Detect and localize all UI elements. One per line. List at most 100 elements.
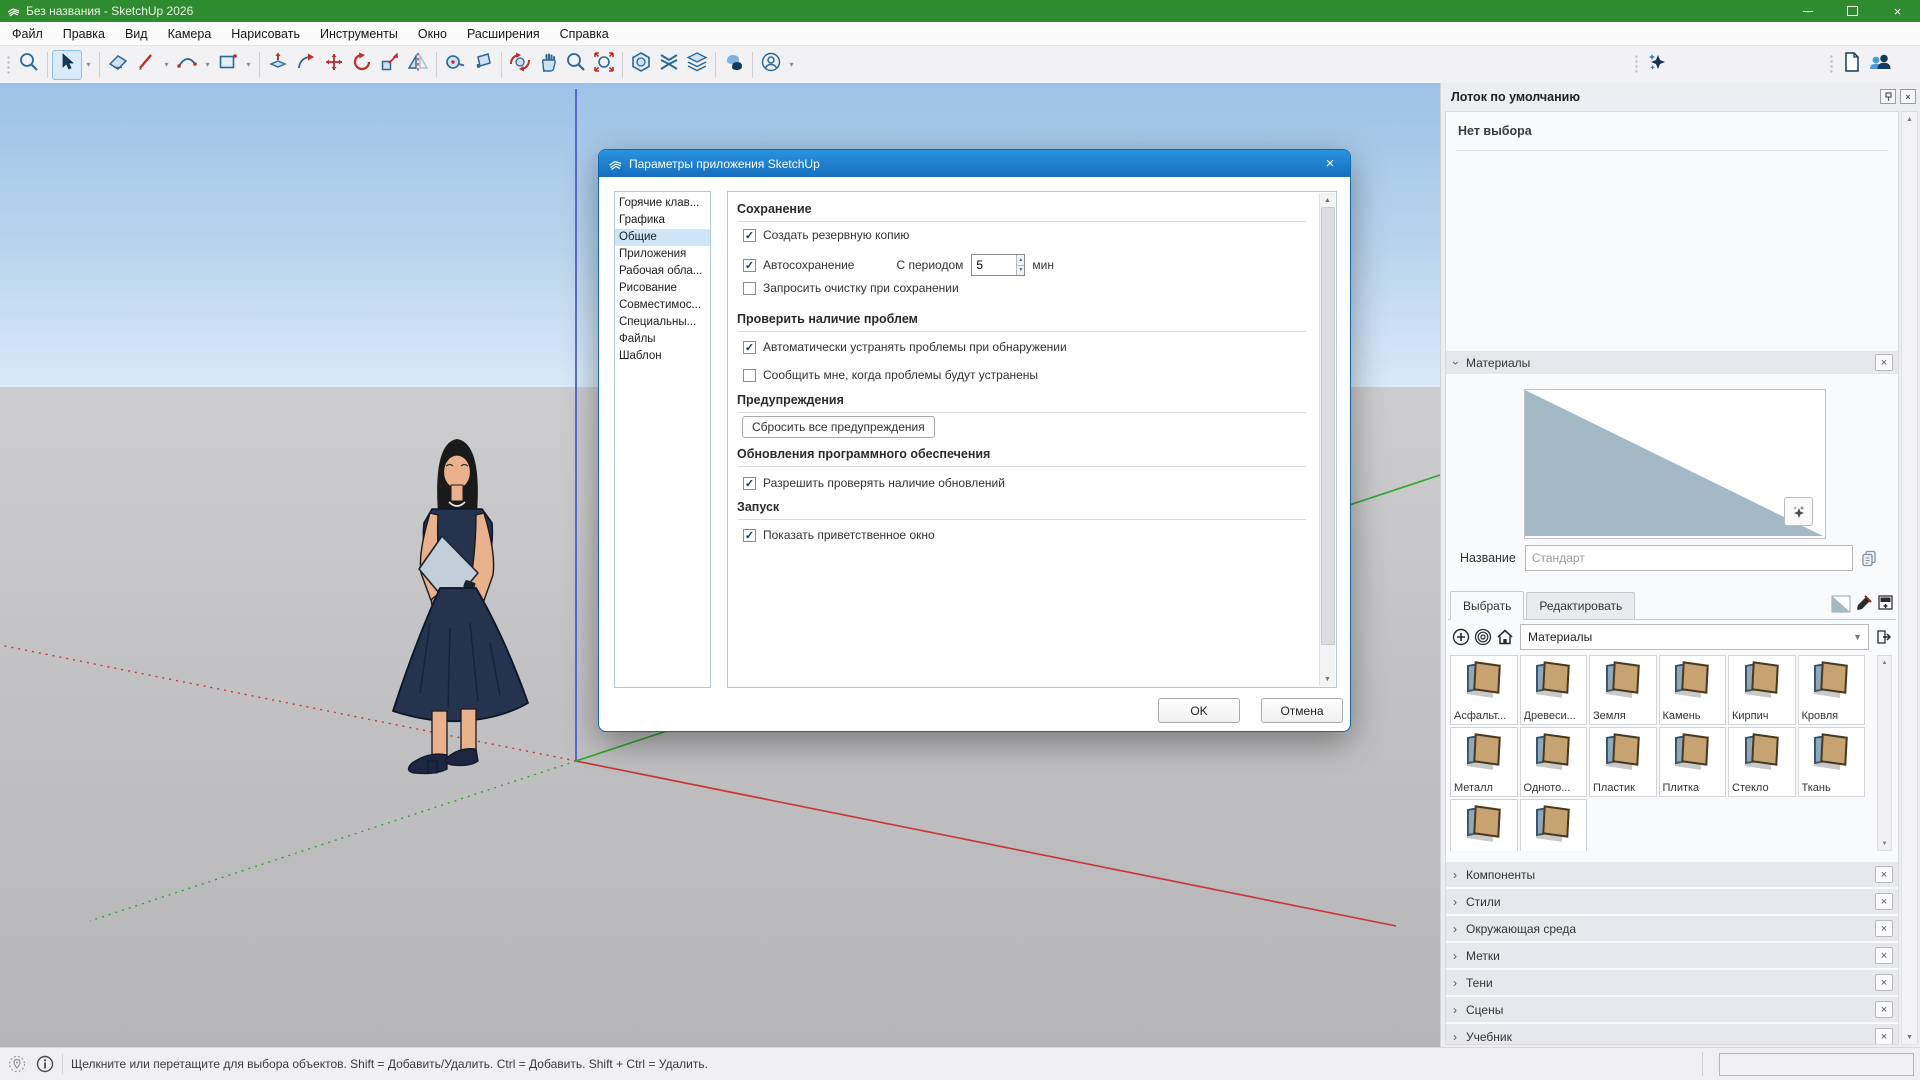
arc-tool-button[interactable]: [173, 51, 201, 79]
material-folder[interactable]: Кровля: [1798, 655, 1866, 725]
follow-me-button[interactable]: [292, 51, 320, 79]
menu-camera[interactable]: Камера: [158, 22, 222, 45]
flip-button[interactable]: [404, 51, 432, 79]
share-button[interactable]: [1866, 50, 1894, 78]
auto-fix-row[interactable]: ✓ Автоматически устранять проблемы при о…: [743, 340, 1067, 354]
material-folder[interactable]: Ткань: [1798, 727, 1866, 797]
line-tool-dropdown[interactable]: ▾: [160, 51, 173, 79]
default-material-icon[interactable]: [1472, 626, 1494, 648]
select-tool-button[interactable]: [52, 50, 82, 80]
section-close-button[interactable]: ×: [1875, 893, 1893, 910]
section-close-button[interactable]: ×: [1875, 1001, 1893, 1018]
menu-draw[interactable]: Нарисовать: [221, 22, 310, 45]
nav-template[interactable]: Шаблон: [615, 348, 710, 365]
pan-button[interactable]: [534, 51, 562, 79]
materials-section-header[interactable]: › Материалы ×: [1446, 351, 1898, 374]
material-folder[interactable]: Кирпич: [1728, 655, 1796, 725]
checkbox-checked-icon[interactable]: ✓: [743, 529, 756, 542]
paint-bucket-button[interactable]: [469, 51, 497, 79]
tray-scrollbar[interactable]: ▲ ▼: [1901, 111, 1918, 1045]
menu-extensions[interactable]: Расширения: [457, 22, 550, 45]
tape-measure-button[interactable]: [441, 51, 469, 79]
scroll-up-icon[interactable]: ▲: [1320, 193, 1335, 207]
create-material-icon[interactable]: [1450, 626, 1472, 648]
move-button[interactable]: [320, 51, 348, 79]
sample-paint-icon[interactable]: [1874, 593, 1896, 615]
check-updates-row[interactable]: ✓ Разрешить проверять наличие обновлений: [743, 476, 1005, 490]
close-button[interactable]: ×: [1875, 0, 1920, 22]
material-folder[interactable]: [1520, 799, 1588, 851]
checkbox-unchecked-icon[interactable]: ✓: [743, 282, 756, 295]
menu-help[interactable]: Справка: [550, 22, 619, 45]
section-close-button[interactable]: ×: [1875, 920, 1893, 937]
measurements-input[interactable]: [1719, 1053, 1914, 1076]
checkbox-unchecked-icon[interactable]: ✓: [743, 369, 756, 382]
nav-accessibility[interactable]: Специальны...: [615, 314, 710, 331]
layers-button[interactable]: [683, 51, 711, 79]
search-button[interactable]: [15, 51, 43, 79]
prompt-purge-row[interactable]: ✓ Запросить очистку при сохранении: [743, 281, 959, 295]
section-components[interactable]: ›Компоненты×: [1446, 862, 1898, 887]
soften-edges-button[interactable]: [720, 51, 748, 79]
rectangle-tool-button[interactable]: [214, 51, 242, 79]
orbit-button[interactable]: [506, 51, 534, 79]
section-instructor[interactable]: ›Учебник×: [1446, 1024, 1898, 1045]
scale-button[interactable]: [376, 51, 404, 79]
fog-button[interactable]: [655, 51, 683, 79]
nav-applications[interactable]: Приложения: [615, 246, 710, 263]
create-backup-row[interactable]: ✓ Создать резервную копию: [743, 228, 909, 242]
tab-select[interactable]: Выбрать: [1450, 591, 1524, 620]
material-folder[interactable]: Стекло: [1728, 727, 1796, 797]
tray-close-button[interactable]: ×: [1900, 89, 1916, 104]
dialog-title-bar[interactable]: Параметры приложения SketchUp ×: [599, 150, 1350, 177]
toolbar-grip[interactable]: [1828, 53, 1834, 75]
autosave-period-stepper[interactable]: ▲▼: [971, 254, 1025, 276]
in-model-icon[interactable]: [1494, 626, 1516, 648]
arc-tool-dropdown[interactable]: ▾: [201, 51, 214, 79]
checkbox-checked-icon[interactable]: ✓: [743, 229, 756, 242]
material-ai-button[interactable]: [1784, 497, 1813, 526]
material-name-input[interactable]: [1525, 545, 1853, 571]
menu-file[interactable]: Файл: [2, 22, 53, 45]
scroll-down-icon[interactable]: ▼: [1902, 1030, 1917, 1044]
material-folder[interactable]: [1450, 799, 1518, 851]
scroll-up-icon[interactable]: ▲: [1878, 656, 1891, 669]
line-tool-button[interactable]: [132, 51, 160, 79]
section-styles[interactable]: ›Стили×: [1446, 889, 1898, 914]
section-close-button[interactable]: ×: [1875, 947, 1893, 964]
info-icon[interactable]: [34, 1053, 56, 1075]
material-folder[interactable]: Металл: [1450, 727, 1518, 797]
stepper-down-icon[interactable]: ▼: [1017, 266, 1024, 276]
eraser-button[interactable]: [104, 51, 132, 79]
section-shadows[interactable]: ›Тени×: [1446, 970, 1898, 995]
material-folder[interactable]: Пластик: [1589, 727, 1657, 797]
minimize-button[interactable]: [1785, 0, 1830, 22]
menu-window[interactable]: Окно: [408, 22, 457, 45]
dialog-scrollbar[interactable]: ▲ ▼: [1319, 193, 1335, 686]
autosave-row[interactable]: ✓ Автосохранение С периодом ▲▼ мин: [743, 254, 1054, 276]
select-tool-dropdown[interactable]: ▾: [82, 51, 95, 79]
autosave-period-input[interactable]: [972, 255, 1016, 275]
section-environment[interactable]: ›Окружающая среда×: [1446, 916, 1898, 941]
nav-files[interactable]: Файлы: [615, 331, 710, 348]
dialog-close-button[interactable]: ×: [1310, 150, 1350, 177]
tray-pin-button[interactable]: [1880, 89, 1896, 104]
nav-shortcuts[interactable]: Горячие клав...: [615, 195, 710, 212]
push-pull-button[interactable]: [264, 51, 292, 79]
nav-workspace[interactable]: Рабочая обла...: [615, 263, 710, 280]
material-folder[interactable]: Древеси...: [1520, 655, 1588, 725]
rotate-button[interactable]: [348, 51, 376, 79]
scroll-down-icon[interactable]: ▼: [1320, 672, 1335, 686]
styles-button[interactable]: [627, 51, 655, 79]
menu-edit[interactable]: Правка: [53, 22, 115, 45]
section-scenes[interactable]: ›Сцены×: [1446, 997, 1898, 1022]
reset-warnings-button[interactable]: Сбросить все предупреждения: [742, 416, 935, 438]
welcome-window-row[interactable]: ✓ Показать приветственное окно: [743, 528, 935, 542]
ai-assistant-button[interactable]: [1643, 50, 1671, 78]
section-tags[interactable]: ›Метки×: [1446, 943, 1898, 968]
rectangle-tool-dropdown[interactable]: ▾: [242, 51, 255, 79]
material-folder[interactable]: Плитка: [1659, 727, 1727, 797]
toolbar-grip[interactable]: [5, 54, 11, 76]
section-close-button[interactable]: ×: [1875, 974, 1893, 991]
toolbar-grip[interactable]: [1633, 53, 1639, 75]
